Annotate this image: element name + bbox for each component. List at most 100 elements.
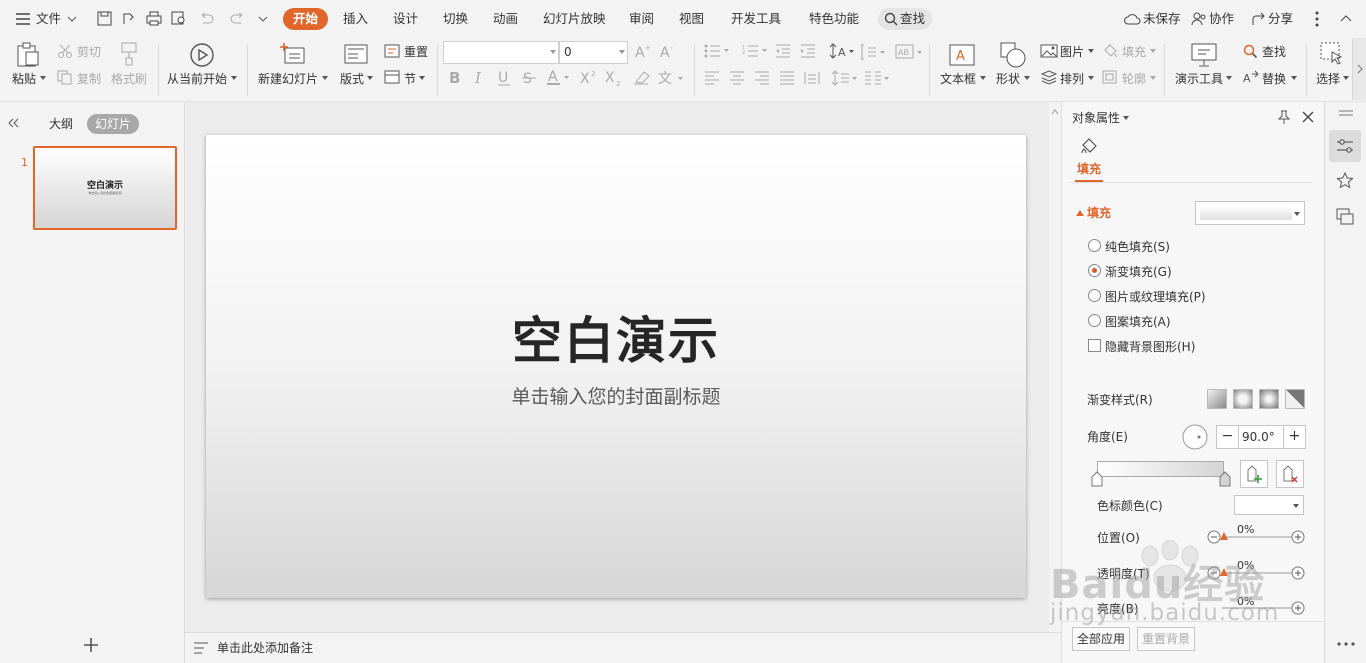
section-button[interactable]: 节: [404, 72, 416, 86]
tab-home[interactable]: 开始: [283, 8, 329, 30]
collapse-panel-icon[interactable]: [7, 118, 19, 128]
replace-icon[interactable]: A: [1243, 70, 1259, 85]
gradient-fill-label[interactable]: 渐变填充(G): [1105, 265, 1172, 279]
text-direction-icon[interactable]: [860, 44, 886, 60]
shrink-font-icon[interactable]: A-: [660, 43, 676, 59]
dropdown-icon[interactable]: [1343, 76, 1349, 80]
fill-bucket-icon[interactable]: [1079, 136, 1099, 156]
new-slide-button[interactable]: 新建幻灯片: [258, 72, 318, 86]
tab-slideshow[interactable]: 幻灯片放映: [543, 9, 606, 29]
collaborate-button[interactable]: 协作: [1209, 9, 1234, 29]
presentation-tools-icon[interactable]: [1191, 42, 1217, 68]
tab-design[interactable]: 设计: [393, 9, 418, 29]
dropdown-icon[interactable]: [1024, 76, 1030, 80]
tab-special[interactable]: 特色功能: [809, 9, 859, 29]
print-icon[interactable]: [146, 11, 162, 26]
delete-stop-button[interactable]: [1276, 460, 1304, 488]
panel-header[interactable]: 对象属性: [1072, 111, 1120, 125]
paragraph-spacing-icon[interactable]: [831, 70, 857, 86]
bullet-list-icon[interactable]: [704, 44, 734, 58]
gradient-style-path[interactable]: [1285, 389, 1305, 409]
align-center-icon[interactable]: [729, 71, 745, 85]
save-icon[interactable]: [97, 11, 112, 26]
justify-icon[interactable]: [779, 71, 795, 85]
dropdown-icon[interactable]: [322, 76, 328, 80]
new-slide-icon[interactable]: [280, 42, 306, 66]
presentation-tools-button[interactable]: 演示工具: [1175, 72, 1223, 86]
close-icon[interactable]: [1302, 111, 1314, 123]
reset-background-button[interactable]: 重置背景: [1137, 627, 1195, 651]
find-button[interactable]: 查找: [1262, 45, 1286, 59]
dropdown-icon[interactable]: [231, 76, 237, 80]
tab-fill[interactable]: 填充: [1077, 162, 1101, 176]
solid-fill-label[interactable]: 纯色填充(S): [1105, 240, 1170, 254]
tab-transition[interactable]: 切换: [443, 9, 468, 29]
print-preview-icon[interactable]: [171, 11, 187, 26]
tab-view[interactable]: 视图: [679, 9, 704, 29]
text-box-button[interactable]: 文本框: [940, 72, 976, 86]
increase-indent-icon[interactable]: [800, 44, 816, 58]
font-name-select[interactable]: [443, 41, 559, 64]
dropdown-icon[interactable]: [1088, 76, 1094, 80]
radio-gradient-fill[interactable]: [1088, 264, 1101, 277]
customize-icon[interactable]: [258, 15, 268, 23]
slide-thumbnail[interactable]: 空白演示 单击输入您的封面副标题: [33, 146, 177, 230]
dropdown-icon[interactable]: [1123, 116, 1129, 120]
transition-icon[interactable]: [1336, 208, 1354, 226]
chevron-down-icon[interactable]: [67, 15, 77, 23]
angle-stepper[interactable]: − 90.0° +: [1216, 425, 1306, 449]
radio-picture-fill[interactable]: [1088, 289, 1101, 302]
angle-increment[interactable]: +: [1283, 426, 1305, 448]
dropdown-icon[interactable]: [419, 76, 425, 80]
fill-button[interactable]: 填充: [1122, 45, 1146, 59]
notes-bar[interactable]: 单击此处添加备注: [185, 632, 1061, 663]
picture-icon[interactable]: [1040, 44, 1058, 58]
slide-title[interactable]: 空白演示: [206, 301, 1026, 373]
apply-all-button[interactable]: 全部应用: [1072, 627, 1130, 651]
phonetic-icon[interactable]: 文: [658, 68, 684, 86]
tab-review[interactable]: 审阅: [629, 9, 654, 29]
properties-tool-button[interactable]: [1329, 130, 1361, 162]
angle-value[interactable]: 90.0°: [1242, 426, 1275, 448]
tab-slides[interactable]: 幻灯片: [87, 114, 140, 134]
start-from-current-button[interactable]: 从当前开始: [167, 72, 227, 86]
find-icon[interactable]: [1243, 44, 1259, 60]
dropdown-icon[interactable]: [1150, 76, 1156, 80]
tab-outline[interactable]: 大纲: [49, 117, 73, 131]
radio-solid-fill[interactable]: [1088, 239, 1101, 252]
decrease-indent-icon[interactable]: [775, 44, 791, 58]
fill-icon[interactable]: [1102, 44, 1118, 58]
dropdown-icon[interactable]: [980, 76, 986, 80]
fill-preview-select[interactable]: [1195, 201, 1305, 225]
distribute-icon[interactable]: [804, 71, 820, 85]
shape-icon[interactable]: [1000, 42, 1026, 68]
picture-fill-label[interactable]: 图片或纹理填充(P): [1105, 290, 1206, 304]
numbered-list-icon[interactable]: 12: [742, 44, 770, 58]
minimize-icon[interactable]: [1338, 110, 1354, 116]
section-icon[interactable]: [384, 70, 400, 84]
collapse-ribbon-icon[interactable]: [1340, 14, 1352, 22]
arrange-button[interactable]: 排列: [1060, 72, 1084, 86]
hide-background-label[interactable]: 隐藏背景图形(H): [1105, 340, 1195, 354]
select-icon[interactable]: [1320, 42, 1344, 68]
position-slider[interactable]: [1222, 536, 1300, 538]
hide-background-checkbox[interactable]: [1088, 339, 1101, 352]
notes-placeholder[interactable]: 单击此处添加备注: [217, 641, 313, 655]
file-menu[interactable]: 文件: [36, 9, 61, 29]
underline-icon[interactable]: U: [497, 70, 511, 86]
dropdown-icon[interactable]: [619, 50, 625, 54]
angle-dial[interactable]: [1182, 424, 1208, 450]
grow-font-icon[interactable]: A +: [635, 43, 651, 59]
picture-button[interactable]: 图片: [1060, 45, 1084, 59]
dropdown-icon[interactable]: [40, 76, 46, 80]
layout-button[interactable]: 版式: [340, 72, 364, 86]
strikethrough-icon[interactable]: S: [522, 70, 536, 85]
align-right-icon[interactable]: [754, 71, 770, 85]
radio-pattern-fill[interactable]: [1088, 314, 1101, 327]
slide-subtitle[interactable]: 单击输入您的封面副标题: [206, 382, 1026, 409]
text-box-icon[interactable]: A: [949, 43, 975, 67]
align-left-icon[interactable]: [704, 71, 720, 85]
cut-button[interactable]: 剪切: [77, 45, 101, 59]
more-horizontal-icon[interactable]: [1337, 642, 1355, 646]
dropdown-icon[interactable]: [367, 76, 373, 80]
